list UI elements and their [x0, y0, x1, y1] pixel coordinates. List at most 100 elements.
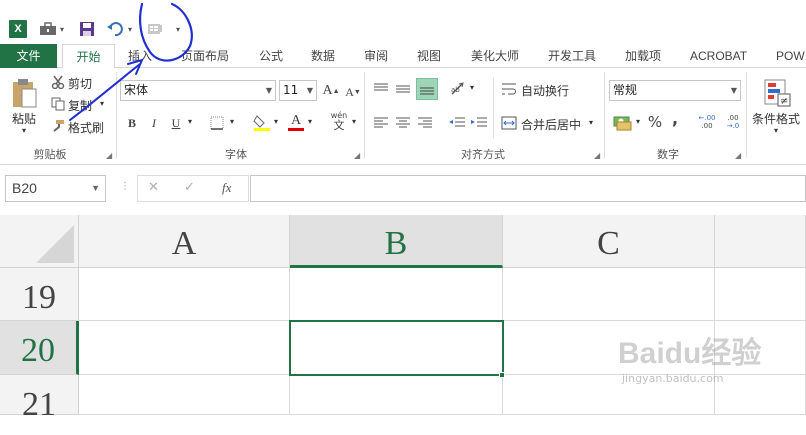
increase-indent-icon[interactable]	[470, 114, 488, 132]
name-box[interactable]: B20 ▼	[5, 175, 106, 202]
tab-insert[interactable]: 插入	[128, 44, 152, 68]
number-launcher-icon[interactable]: ◢	[735, 151, 741, 160]
borders-dropdown-icon[interactable]: ▾	[230, 117, 234, 126]
tab-review[interactable]: 审阅	[364, 44, 388, 68]
font-launcher-icon[interactable]: ◢	[354, 151, 360, 160]
merge-center-button[interactable]: 合并后居中	[521, 116, 581, 133]
merge-center-dropdown-icon[interactable]: ▾	[589, 118, 593, 127]
conditional-format-dropdown-icon[interactable]: ▾	[774, 126, 778, 135]
currency-dropdown-icon[interactable]: ▾	[636, 117, 640, 126]
insert-function-icon[interactable]: fx	[222, 180, 231, 196]
align-center-icon[interactable]	[394, 114, 412, 132]
tab-view[interactable]: 视图	[417, 44, 441, 68]
cell-c19[interactable]	[503, 268, 715, 321]
active-cell-b20[interactable]	[289, 320, 504, 376]
cell-a19[interactable]	[79, 268, 290, 321]
font-color-dropdown-icon[interactable]: ▾	[308, 117, 312, 126]
column-header-b[interactable]: B	[290, 215, 503, 268]
align-middle-icon[interactable]	[394, 80, 412, 98]
wrap-text-icon[interactable]	[500, 80, 518, 98]
tab-file[interactable]: 文件	[0, 44, 57, 68]
fill-handle[interactable]	[499, 372, 505, 378]
clipboard-launcher-icon[interactable]: ◢	[106, 151, 112, 160]
copy-icon[interactable]	[50, 96, 66, 112]
row-header-19[interactable]: 19	[0, 268, 79, 321]
grow-font-button[interactable]: A ▲	[322, 82, 340, 100]
column-header-a[interactable]: A	[79, 215, 290, 268]
enter-icon[interactable]: ✓	[184, 180, 195, 195]
phonetic-button[interactable]: wén 文	[328, 110, 350, 132]
tab-home[interactable]: 开始	[62, 44, 115, 69]
decrease-decimal-source: .00	[727, 114, 739, 122]
tab-powerpivot[interactable]: POW	[776, 44, 805, 68]
align-right-icon[interactable]	[416, 114, 434, 132]
undo-dropdown-icon[interactable]: ▾	[126, 20, 134, 38]
select-all-corner[interactable]	[0, 215, 79, 268]
wrap-text-button[interactable]: 自动换行	[521, 82, 569, 99]
font-size-select[interactable]: 11 ▼	[279, 80, 317, 101]
font-name-select[interactable]: 宋体 ▼	[120, 80, 276, 101]
tab-formulas[interactable]: 公式	[259, 44, 283, 68]
borders-icon[interactable]	[208, 114, 226, 132]
tab-data[interactable]: 数据	[311, 44, 335, 68]
tab-page-layout[interactable]: 页面布局	[181, 44, 229, 68]
align-top-icon[interactable]	[372, 80, 390, 98]
merge-center-icon[interactable]	[500, 114, 518, 132]
customize-qat-icon[interactable]: ▾	[174, 20, 182, 38]
paste-button[interactable]: 粘贴	[12, 110, 36, 127]
conditional-format-icon[interactable]: ≠	[762, 76, 792, 110]
format-painter-icon[interactable]	[50, 118, 66, 134]
align-bottom-icon[interactable]	[416, 78, 438, 100]
bold-button[interactable]: B	[124, 114, 140, 132]
undo-icon[interactable]	[106, 20, 124, 38]
cut-button[interactable]: 剪切	[68, 75, 92, 92]
fill-color-icon[interactable]	[252, 112, 272, 132]
align-left-icon[interactable]	[372, 114, 390, 132]
increase-decimal-button[interactable]: ←.00 .00	[696, 112, 718, 132]
tab-add-ins[interactable]: 加载项	[625, 44, 661, 68]
row-header-20[interactable]: 20	[0, 321, 79, 375]
tab-acrobat[interactable]: ACROBAT	[690, 44, 747, 68]
svg-text:ab: ab	[451, 86, 460, 94]
underline-button[interactable]: U	[168, 114, 184, 132]
conditional-format-button[interactable]: 条件格式	[752, 110, 800, 127]
decrease-decimal-button[interactable]: .00 →.0	[722, 112, 744, 132]
format-painter-button[interactable]: 格式刷	[68, 119, 104, 136]
row-header-21[interactable]: 21	[0, 375, 79, 423]
fill-color-dropdown-icon[interactable]: ▾	[274, 117, 278, 126]
alignment-launcher-icon[interactable]: ◢	[594, 151, 600, 160]
font-group-label: 字体	[225, 148, 247, 161]
paste-dropdown-icon[interactable]: ▾	[22, 126, 26, 135]
cell-a21[interactable]	[79, 375, 290, 415]
copy-dropdown-icon[interactable]: ▾	[100, 99, 104, 108]
orientation-dropdown-icon[interactable]: ▾	[470, 83, 474, 92]
font-color-button[interactable]: A	[286, 112, 306, 132]
cell-b21[interactable]	[290, 375, 503, 415]
briefcase-icon[interactable]	[38, 20, 58, 38]
shrink-font-button[interactable]: A ▼	[344, 83, 362, 101]
cut-icon[interactable]	[50, 74, 66, 90]
comma-button[interactable]: ,	[668, 108, 682, 128]
form-icon[interactable]	[146, 20, 164, 38]
formula-input[interactable]	[250, 175, 806, 202]
percent-button[interactable]: %	[646, 112, 664, 132]
briefcase-dropdown-icon[interactable]: ▾	[58, 20, 66, 38]
paste-icon[interactable]	[8, 76, 40, 110]
number-format-select[interactable]: 常规 ▼	[609, 80, 741, 101]
column-header-c[interactable]: C	[503, 215, 715, 268]
cell-d19[interactable]	[715, 268, 806, 321]
cell-b19[interactable]	[290, 268, 503, 321]
column-header-d[interactable]	[715, 215, 806, 268]
cancel-icon[interactable]: ✕	[148, 180, 159, 195]
orientation-icon[interactable]: ab	[448, 80, 468, 98]
currency-icon[interactable]	[612, 112, 634, 132]
save-icon[interactable]	[78, 20, 96, 38]
copy-button[interactable]: 复制	[68, 97, 92, 114]
cell-a20[interactable]	[79, 321, 290, 375]
italic-button[interactable]: I	[146, 114, 162, 132]
underline-dropdown-icon[interactable]: ▾	[188, 117, 192, 126]
phonetic-dropdown-icon[interactable]: ▾	[352, 117, 356, 126]
decrease-indent-icon[interactable]	[448, 114, 466, 132]
tab-developer[interactable]: 开发工具	[548, 44, 596, 68]
tab-beautify-master[interactable]: 美化大师	[471, 44, 519, 68]
